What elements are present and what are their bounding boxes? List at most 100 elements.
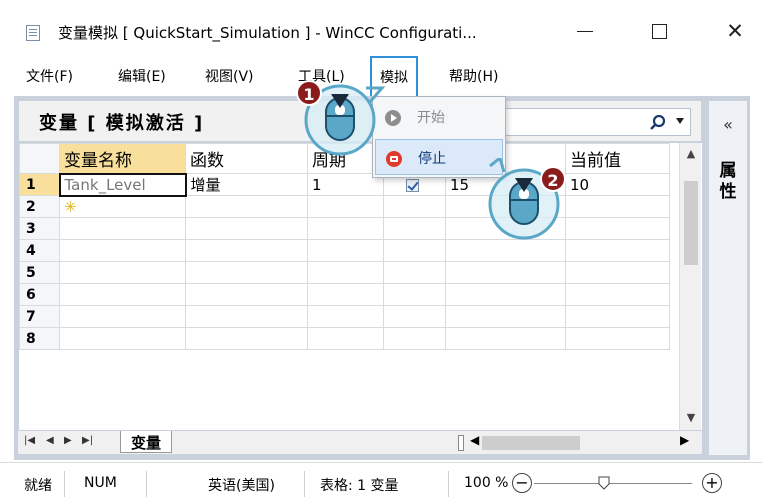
app-icon bbox=[26, 25, 40, 41]
step-badge-2: 2 bbox=[540, 166, 566, 192]
status-ready: 就绪 bbox=[24, 478, 52, 494]
row-number[interactable]: 7 bbox=[19, 305, 60, 328]
status-divider bbox=[64, 471, 65, 497]
table-cell[interactable] bbox=[59, 217, 186, 240]
maximize-button[interactable] bbox=[636, 16, 682, 46]
split-handle[interactable] bbox=[458, 435, 464, 451]
scroll-up-icon[interactable]: ▲ bbox=[680, 147, 702, 160]
new-row-icon: ✳ bbox=[64, 197, 77, 216]
table-cell bbox=[565, 239, 670, 262]
menu-item-start[interactable]: 开始 bbox=[375, 99, 503, 135]
active-cell[interactable] bbox=[383, 195, 446, 218]
table-cell[interactable] bbox=[185, 305, 308, 328]
table-cell[interactable] bbox=[307, 217, 384, 240]
mouse-click-icon bbox=[488, 158, 560, 240]
sheet-tab-bar: |◀ ◀ ▶ ▶| 变量 ◀ ▶ bbox=[18, 430, 702, 454]
table-cell[interactable] bbox=[383, 305, 446, 328]
row-number[interactable]: 5 bbox=[19, 261, 60, 284]
grid-corner[interactable] bbox=[19, 143, 60, 174]
menu-file[interactable]: 文件(F) bbox=[26, 66, 73, 86]
column-header-name[interactable]: 变量名称 bbox=[59, 143, 186, 174]
column-header-current[interactable]: 当前值 bbox=[565, 143, 670, 174]
zoom-in-button[interactable]: + bbox=[702, 473, 722, 493]
table-cell[interactable] bbox=[59, 261, 186, 284]
table-cell[interactable] bbox=[59, 305, 186, 328]
table-cell[interactable] bbox=[307, 305, 384, 328]
row-number[interactable]: 2 bbox=[19, 195, 60, 218]
new-row-cell[interactable]: ✳ bbox=[59, 195, 186, 218]
table-cell[interactable] bbox=[185, 217, 308, 240]
status-num: NUM bbox=[84, 475, 117, 491]
zoom-out-button[interactable]: − bbox=[512, 473, 532, 493]
next-sheet-icon[interactable]: ▶ bbox=[64, 435, 72, 446]
last-sheet-icon[interactable]: ▶| bbox=[82, 435, 93, 446]
status-bar: 就绪 NUM 英语(美国) 表格: 1 变量 100 % − + bbox=[0, 462, 762, 504]
row-number[interactable]: 6 bbox=[19, 283, 60, 306]
active-checkbox[interactable] bbox=[406, 178, 419, 192]
title-bar: 变量模拟 [ QuickStart_Simulation ] - WinCC C… bbox=[0, 0, 762, 56]
table-cell[interactable] bbox=[59, 327, 186, 350]
table-cell[interactable] bbox=[59, 239, 186, 262]
table-cell[interactable] bbox=[307, 239, 384, 262]
search-icon[interactable] bbox=[648, 113, 668, 133]
table-cell[interactable] bbox=[185, 239, 308, 262]
table-cell bbox=[565, 261, 670, 284]
vertical-scroll-thumb[interactable] bbox=[684, 181, 698, 265]
properties-title[interactable]: 属性 bbox=[718, 161, 738, 203]
table-cell[interactable] bbox=[59, 283, 186, 306]
sheet-tab-tags[interactable]: 变量 bbox=[120, 431, 173, 453]
table-cell[interactable] bbox=[445, 261, 566, 284]
column-header-function[interactable]: 函数 bbox=[185, 143, 308, 174]
table-cell[interactable] bbox=[383, 261, 446, 284]
table-cell[interactable] bbox=[445, 283, 566, 306]
row-number[interactable]: 8 bbox=[19, 327, 60, 350]
menu-edit[interactable]: 编辑(E) bbox=[118, 66, 166, 86]
period-cell[interactable] bbox=[307, 195, 384, 218]
table-cell bbox=[565, 327, 670, 350]
maximize-icon bbox=[651, 23, 667, 39]
menu-view[interactable]: 视图(V) bbox=[205, 66, 254, 86]
table-cell[interactable] bbox=[445, 327, 566, 350]
tag-name-cell[interactable]: Tank_Level bbox=[58, 172, 187, 197]
table-row[interactable]: 6 bbox=[19, 283, 670, 306]
table-cell[interactable] bbox=[307, 283, 384, 306]
menu-help[interactable]: 帮助(H) bbox=[449, 66, 498, 86]
table-cell[interactable] bbox=[307, 261, 384, 284]
scroll-down-icon[interactable]: ▼ bbox=[680, 411, 702, 424]
row-number[interactable]: 1 bbox=[19, 173, 60, 196]
function-cell[interactable] bbox=[185, 195, 308, 218]
scroll-right-icon[interactable]: ▶ bbox=[680, 433, 689, 447]
table-row[interactable]: 5 bbox=[19, 261, 670, 284]
table-cell[interactable] bbox=[185, 327, 308, 350]
table-cell[interactable] bbox=[185, 283, 308, 306]
status-language: 英语(美国) bbox=[208, 478, 275, 494]
close-button[interactable]: ✕ bbox=[712, 16, 758, 46]
current-value-cell: 10 bbox=[565, 173, 670, 196]
table-row[interactable]: 7 bbox=[19, 305, 670, 328]
table-cell[interactable] bbox=[383, 217, 446, 240]
prev-sheet-icon[interactable]: ◀ bbox=[46, 435, 54, 446]
collapse-panel-button[interactable]: « bbox=[709, 115, 747, 134]
search-input[interactable] bbox=[503, 108, 691, 136]
table-cell[interactable] bbox=[185, 261, 308, 284]
horizontal-scroll-thumb[interactable] bbox=[482, 436, 580, 450]
zoom-slider-track[interactable] bbox=[534, 483, 692, 484]
status-divider bbox=[448, 471, 449, 497]
minimize-button[interactable] bbox=[562, 16, 608, 46]
table-cell[interactable] bbox=[383, 239, 446, 262]
table-cell[interactable] bbox=[445, 305, 566, 328]
zoom-slider-thumb[interactable] bbox=[598, 476, 610, 490]
vertical-scrollbar[interactable]: ▲ ▼ bbox=[679, 143, 701, 430]
table-cell bbox=[565, 283, 670, 306]
table-cell[interactable] bbox=[383, 327, 446, 350]
row-number[interactable]: 3 bbox=[19, 217, 60, 240]
scroll-left-icon[interactable]: ◀ bbox=[470, 433, 479, 447]
table-cell[interactable] bbox=[307, 327, 384, 350]
table-cell[interactable] bbox=[383, 283, 446, 306]
table-cell bbox=[565, 305, 670, 328]
function-cell[interactable]: 增量 bbox=[185, 173, 308, 196]
table-row[interactable]: 8 bbox=[19, 327, 670, 350]
search-dropdown-icon[interactable] bbox=[676, 118, 684, 124]
first-sheet-icon[interactable]: |◀ bbox=[24, 435, 35, 446]
row-number[interactable]: 4 bbox=[19, 239, 60, 262]
